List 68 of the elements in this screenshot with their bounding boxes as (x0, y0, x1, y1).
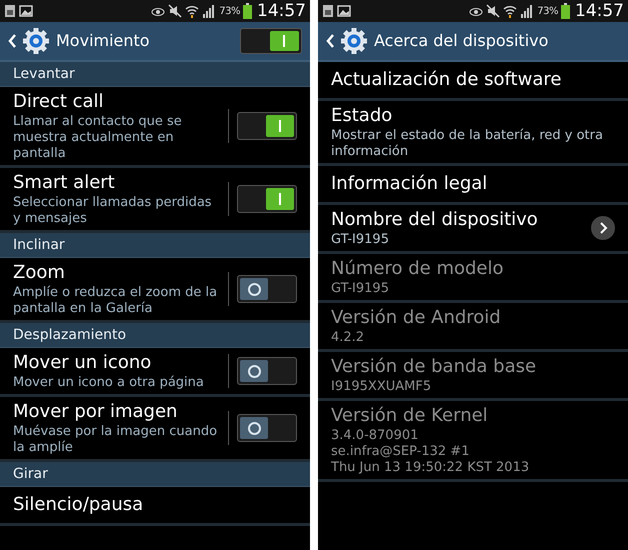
setting-summary: GT-I9195 (331, 281, 390, 297)
settings-row[interactable]: Direct call Llamar al contacto que se muestra actualmente en pantalla (0, 87, 310, 168)
setting-summary: 4.2.2 (331, 330, 366, 346)
setting-title: Zoom (13, 261, 66, 285)
setting-summary: Llamar al contacto que se muestra actualmente en pantalla (13, 114, 183, 162)
toggle-switch[interactable] (237, 357, 297, 385)
sim-icon (4, 4, 16, 18)
setting-title: Smart alert (13, 171, 116, 195)
battery-icon (561, 3, 570, 19)
battery-icon (243, 3, 252, 19)
setting-summary: Mostrar el estado de la batería, red y otra información (331, 128, 604, 160)
wifi-icon (503, 4, 518, 18)
setting-title: Número de modelo (331, 257, 505, 281)
settings-row[interactable]: Información legal (318, 166, 628, 205)
setting-title: Mover por imagen (13, 400, 178, 424)
mute-icon (486, 4, 500, 18)
section-header: Inclinar (0, 233, 310, 258)
settings-row[interactable]: Silencio/pausa (0, 487, 310, 526)
signal-icon (520, 4, 534, 18)
setting-summary: Seleccionar llamadas perdidas y mensajes (13, 195, 213, 227)
clock: 14:57 (575, 2, 624, 20)
image-icon (337, 5, 351, 17)
toggle-switch[interactable] (237, 275, 297, 303)
eye-icon (151, 6, 166, 16)
signal-icon (202, 4, 216, 18)
battery-percent: 73% (219, 4, 240, 18)
settings-row[interactable]: Mover un icono Mover un icono a otra página (0, 348, 310, 397)
setting-title: Actualización de software (331, 68, 562, 92)
wifi-icon (185, 4, 200, 18)
setting-summary: Mover un icono a otra página (13, 375, 205, 391)
setting-summary: Muévase por la imagen cuando la amplíe (13, 424, 218, 456)
sim-icon (322, 4, 334, 18)
settings-row[interactable]: Actualización de software (318, 62, 628, 101)
setting-title: Versión de Kernel (331, 404, 489, 428)
eye-icon (469, 6, 484, 16)
screen-title: Acerca del dispositivo (374, 30, 550, 52)
settings-icon (22, 27, 50, 55)
setting-title: Información legal (331, 172, 488, 196)
mute-icon (168, 4, 182, 18)
battery-percent: 73% (537, 4, 558, 18)
toggle-switch[interactable] (237, 185, 297, 213)
back-icon[interactable] (326, 34, 334, 48)
chevron-right-button[interactable] (591, 216, 615, 240)
toggle-switch[interactable] (237, 414, 297, 442)
setting-summary: I9195XXUAMF5 (331, 379, 432, 395)
setting-title: Mover un icono (13, 351, 152, 375)
setting-title: Versión de Android (331, 306, 502, 330)
settings-row[interactable]: Nombre del dispositivo GT-I9195 (318, 205, 628, 254)
back-icon[interactable] (8, 34, 16, 48)
settings-row[interactable]: Estado Mostrar el estado de la batería, red y otra información (318, 101, 628, 166)
setting-title: Estado (331, 104, 394, 128)
setting-summary: GT-I9195 (331, 232, 390, 248)
image-icon (19, 5, 33, 17)
setting-title: Direct call (13, 90, 105, 114)
clock: 14:57 (257, 2, 306, 20)
section-header: Girar (0, 462, 310, 487)
screen-title: Movimiento (56, 30, 151, 52)
toggle-switch[interactable] (240, 28, 302, 54)
chevron-right-icon (598, 222, 608, 234)
setting-title: Silencio/pausa (13, 493, 144, 517)
setting-summary: Amplíe o reduzca el zoom de la pantalla en la Galería (13, 285, 218, 317)
section-header: Desplazamiento (0, 323, 310, 348)
section-header: Levantar (0, 62, 310, 87)
setting-title: Nombre del dispositivo (331, 208, 539, 232)
setting-title: Versión de banda base (331, 355, 538, 379)
setting-summary: 3.4.0-870901 se.infra@SEP-132 #1 Thu Jun 13 19:50:22 KST 2013 (331, 428, 530, 476)
toggle-switch[interactable] (237, 112, 297, 140)
settings-icon (340, 27, 368, 55)
